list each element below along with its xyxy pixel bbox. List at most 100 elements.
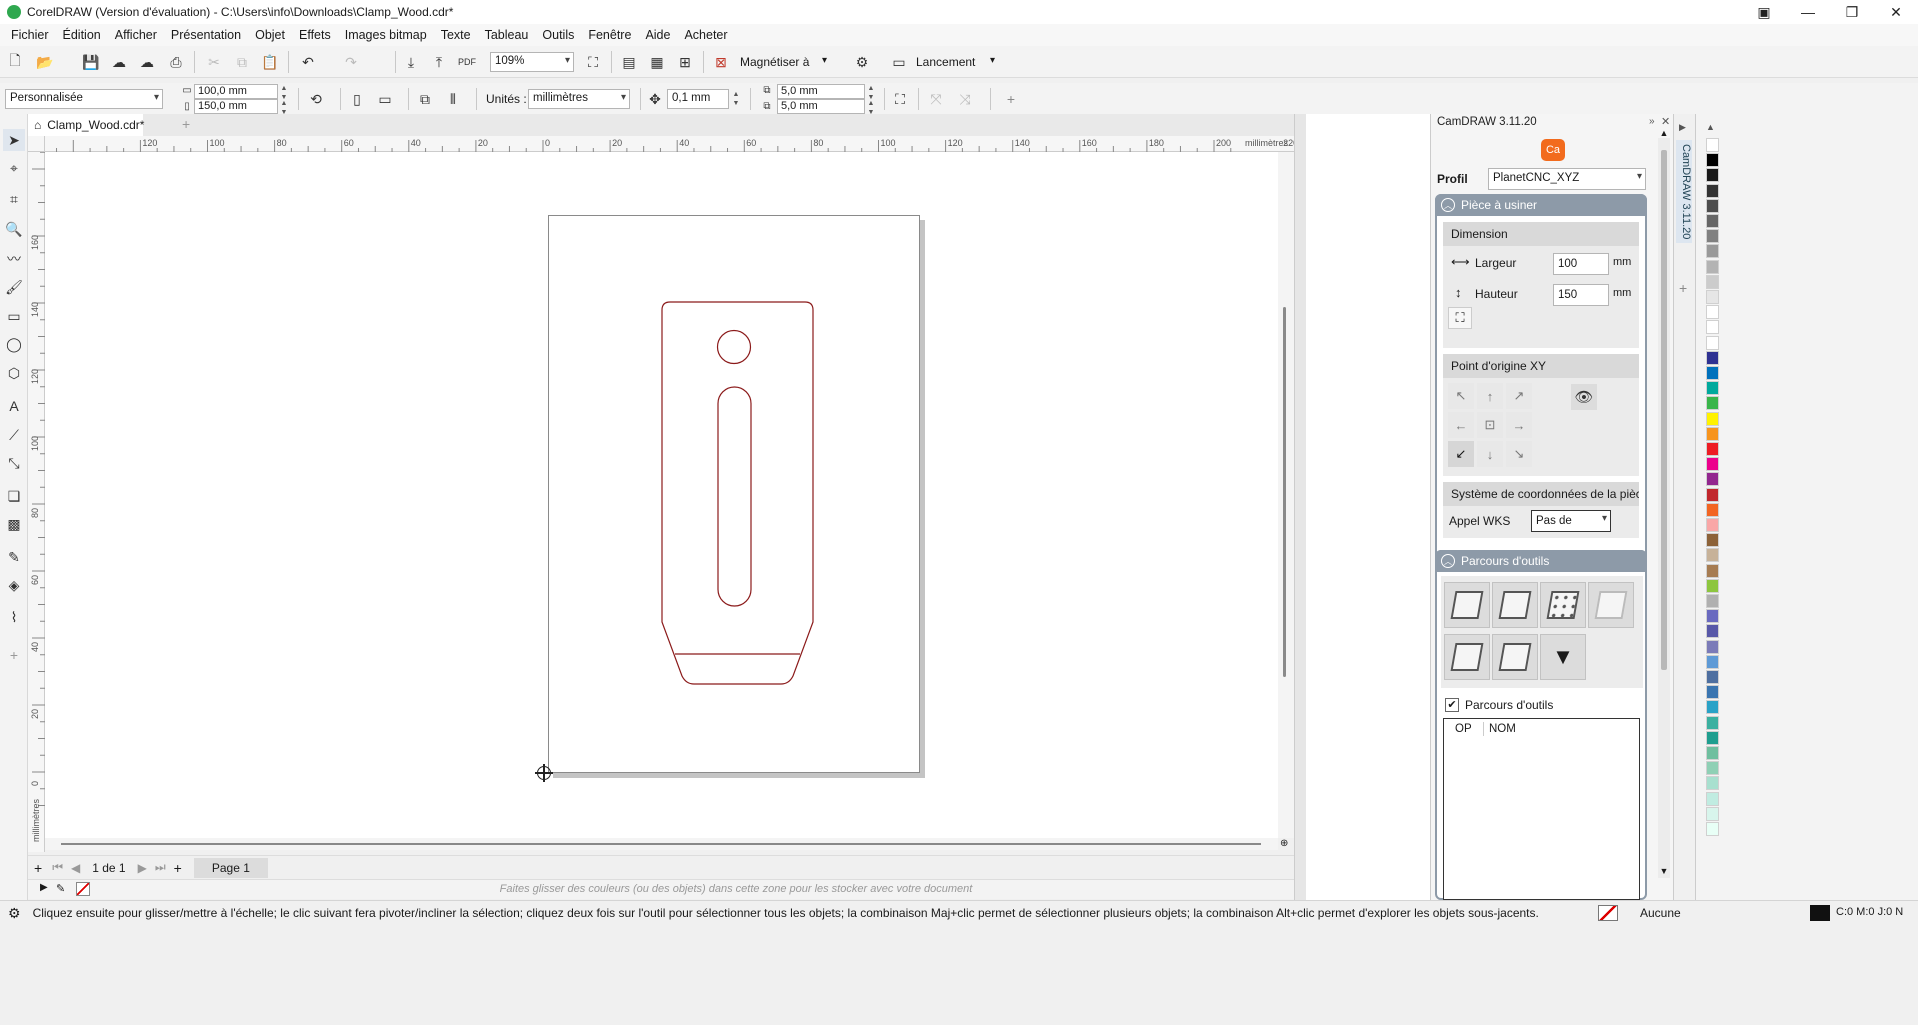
menu-acheter[interactable]: Acheter xyxy=(677,28,734,42)
document-palette[interactable]: ▶ ✎ Faites glisser des couleurs (ou des … xyxy=(28,879,1444,899)
launch-dropdown[interactable]: Lancement xyxy=(916,55,975,69)
zoom-corner-icon[interactable]: ⊕ xyxy=(1280,838,1288,849)
menu-fenetre[interactable]: Fenêtre xyxy=(581,28,638,42)
open-folder-icon[interactable]: 📂 xyxy=(34,51,56,73)
menu-aide[interactable]: Aide xyxy=(638,28,677,42)
save-icon[interactable]: 💾 xyxy=(80,51,102,73)
artistic-media-icon[interactable]: 🖌 xyxy=(3,276,25,298)
export-icon[interactable]: ⤒ xyxy=(428,51,450,73)
nudge-spinner[interactable]: ▲ ▼ xyxy=(731,90,741,108)
fill-none-swatch[interactable] xyxy=(1598,905,1618,921)
home-icon[interactable]: ⌂ xyxy=(34,118,41,132)
add-icon[interactable]: + xyxy=(1000,88,1022,110)
tab-expand-icon[interactable]: ▶ xyxy=(1679,122,1686,133)
palette-swatch[interactable] xyxy=(1706,502,1719,517)
stock-section-header[interactable]: ︿ Pièce à usiner xyxy=(1435,194,1647,216)
camdraw-vertical-tab[interactable]: ▶ CamDRAW 3.11.20 + xyxy=(1673,114,1695,900)
rectangle-tool-icon[interactable]: ▭ xyxy=(3,305,25,327)
color-palette[interactable]: ▲ xyxy=(1695,114,1918,900)
add-docker-icon[interactable]: + xyxy=(1679,280,1687,296)
panel-scrollbar[interactable]: ▲ ▼ xyxy=(1658,128,1670,878)
palette-swatch[interactable] xyxy=(1706,153,1719,168)
last-page-icon[interactable]: ⏭ xyxy=(155,860,166,875)
panel-scroll-thumb[interactable] xyxy=(1661,150,1667,670)
palette-swatch[interactable] xyxy=(1706,791,1719,806)
menu-fichier[interactable]: Fichier xyxy=(4,28,56,42)
palette-swatch[interactable] xyxy=(1706,578,1719,593)
cloud-upload-icon[interactable]: ☁ xyxy=(136,51,158,73)
portrait-icon[interactable]: ▯ xyxy=(346,88,368,110)
zoom-tool-icon[interactable]: 🔍 xyxy=(3,218,25,240)
menu-objet[interactable]: Objet xyxy=(248,28,292,42)
all-pages-icon[interactable]: ⧉ xyxy=(414,88,436,110)
dimension-tool-icon[interactable]: ⟋ xyxy=(3,424,25,446)
palette-swatch[interactable] xyxy=(1706,533,1719,548)
palette-swatch[interactable] xyxy=(1706,609,1719,624)
palette-swatch[interactable] xyxy=(1706,350,1719,365)
palette-swatch[interactable] xyxy=(1706,594,1719,608)
origin-right-icon[interactable]: → xyxy=(1506,412,1532,438)
minimize-button[interactable]: — xyxy=(1786,0,1830,24)
origin-center-icon[interactable]: ⊡ xyxy=(1477,412,1503,438)
toolpaths-checkbox[interactable]: ✔ xyxy=(1445,698,1459,712)
add-page-icon[interactable]: + xyxy=(34,860,42,876)
menu-images-bitmap[interactable]: Images bitmap xyxy=(338,28,434,42)
vertical-ruler[interactable]: 160 140 120 100 80 60 40 20 0 millimètres xyxy=(28,151,45,852)
toolpaths-section-header[interactable]: ︿ Parcours d'outils xyxy=(1435,550,1647,572)
duplicate-y-input[interactable]: 5,0 mm xyxy=(777,99,865,114)
menu-outils[interactable]: Outils xyxy=(535,28,581,42)
transparency-icon[interactable]: ▩ xyxy=(3,513,25,535)
horizontal-ruler[interactable]: 120 100 80 60 40 20 0 20 40 60 80 100 120 140 160 180 20… xyxy=(45,136,1298,152)
redo-icon[interactable]: ↷ xyxy=(340,51,362,73)
prev-page-icon[interactable]: ◀ xyxy=(71,861,80,875)
copy-icon[interactable]: ⧉ xyxy=(231,51,253,73)
page-width-input[interactable]: 100,0 mm xyxy=(194,84,278,99)
drill-toolpath-button[interactable] xyxy=(1540,582,1586,628)
vertical-scrollbar[interactable] xyxy=(1278,152,1294,838)
panel-close-icon[interactable]: ✕ xyxy=(1661,115,1670,128)
close-button[interactable]: ✕ xyxy=(1874,0,1918,24)
palette-swatch[interactable] xyxy=(1706,305,1719,320)
current-page-icon[interactable]: ⫴ xyxy=(442,88,464,110)
document-page[interactable] xyxy=(548,215,920,773)
skew-icon[interactable]: ⤨ xyxy=(954,88,976,110)
add-page-end-icon[interactable]: + xyxy=(174,860,182,876)
origin-bottom-icon[interactable]: ↓ xyxy=(1477,441,1503,467)
palette-swatch[interactable] xyxy=(1706,730,1719,745)
palette-swatch[interactable] xyxy=(1706,366,1719,380)
units-select[interactable]: millimètres xyxy=(528,89,630,109)
shape-tool-icon[interactable]: ⌖ xyxy=(3,157,25,179)
zoom-level-select[interactable]: 109% xyxy=(490,52,574,72)
palette-swatch[interactable] xyxy=(1706,183,1719,198)
palette-swatch[interactable] xyxy=(1706,472,1719,487)
duplicate-x-input[interactable]: 5,0 mm xyxy=(777,84,865,99)
scroll-up-icon[interactable]: ▲ xyxy=(1658,128,1670,138)
palette-swatch[interactable] xyxy=(1706,746,1719,760)
ruler-origin[interactable] xyxy=(28,136,45,152)
treat-as-filled-icon[interactable]: ⛶ xyxy=(889,88,911,110)
palette-swatch[interactable] xyxy=(1706,274,1719,289)
inlay-toolpath-button[interactable] xyxy=(1492,634,1538,680)
pick-tool-icon[interactable]: ➤ xyxy=(3,129,25,151)
restore-button[interactable]: ❐ xyxy=(1830,0,1874,24)
eyedropper-icon[interactable]: ✎ xyxy=(3,546,25,568)
palette-swatch[interactable] xyxy=(1706,244,1719,259)
palette-swatch[interactable] xyxy=(1706,715,1719,730)
palette-swatch[interactable] xyxy=(1706,426,1719,441)
cloud-icon[interactable]: ☁ xyxy=(108,51,130,73)
scroll-down-icon[interactable]: ▼ xyxy=(1658,866,1670,876)
palette-swatch[interactable] xyxy=(1706,290,1719,304)
palette-swatch[interactable] xyxy=(1706,670,1719,684)
palette-swatch[interactable] xyxy=(1706,198,1719,213)
palette-swatch[interactable] xyxy=(1706,214,1719,228)
palette-swatch[interactable] xyxy=(1706,381,1719,396)
palette-swatch[interactable] xyxy=(1706,624,1719,639)
vertical-scroll-thumb[interactable] xyxy=(1283,307,1286,677)
engrave-text-toolpath-button[interactable] xyxy=(1588,582,1634,628)
landscape-icon[interactable]: ▭ xyxy=(374,88,396,110)
palette-swatch[interactable] xyxy=(1706,761,1719,776)
snap-off-icon[interactable]: ⊠ xyxy=(710,51,732,73)
palette-swatch[interactable] xyxy=(1706,685,1719,700)
show-origin-eye-icon[interactable]: 👁 xyxy=(1571,384,1597,410)
palette-swatch[interactable] xyxy=(1706,776,1719,791)
